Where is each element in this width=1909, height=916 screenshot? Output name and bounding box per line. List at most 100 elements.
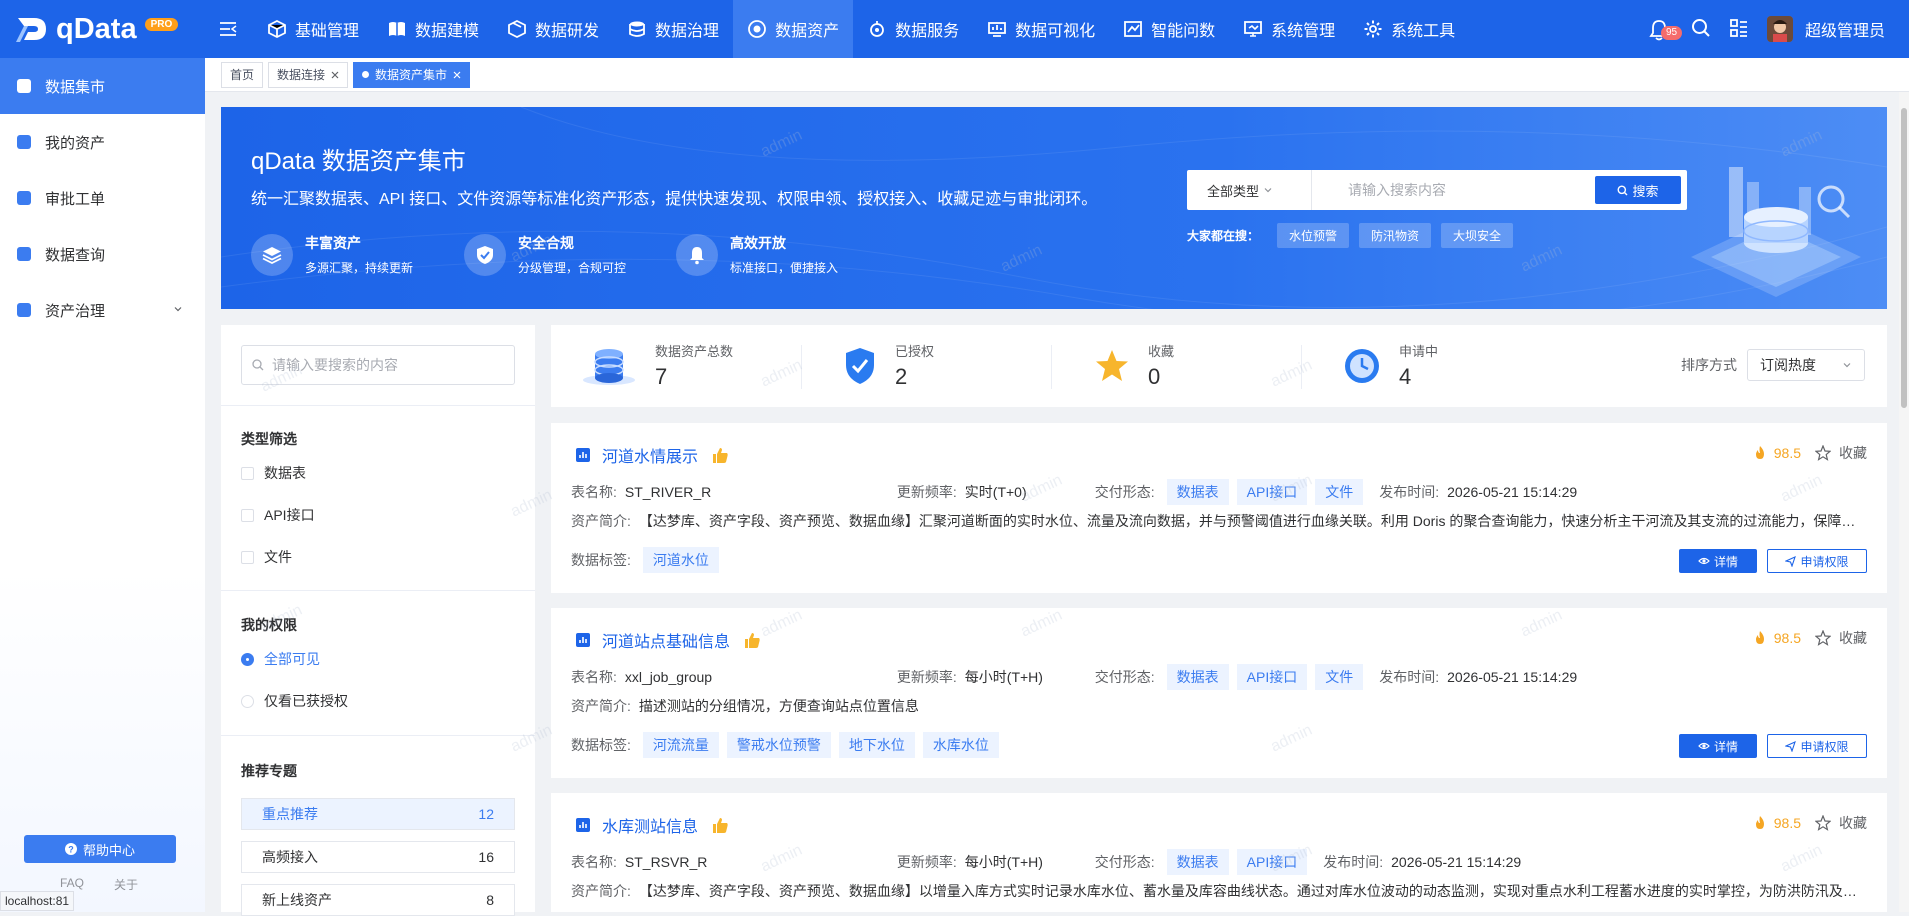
data-tag[interactable]: 河道水位: [642, 547, 719, 573]
sidebar-item-5[interactable]: 资产治理: [0, 282, 205, 338]
hot-tag[interactable]: 大坝安全: [1441, 223, 1514, 248]
nav-label: 数据服务: [895, 23, 960, 40]
checkbox[interactable]: [241, 550, 254, 564]
query-icon: [17, 247, 31, 261]
nav-chart[interactable]: 数据可视化: [973, 0, 1109, 58]
scrollbar[interactable]: [1899, 92, 1909, 912]
table-name-label: 表名称:: [571, 484, 617, 500]
delivery-label: 交付形态:: [1094, 484, 1155, 500]
asset-description: 资产简介: 【达梦库、资产字段、资产预览、数据血缘】汇聚河道断面的实时水位、流量及…: [571, 511, 1867, 531]
asset-title-link[interactable]: 河道站点基础信息: [576, 628, 762, 652]
search-input[interactable]: 请输入搜索内容: [1312, 180, 1595, 200]
sidebar-item-label: 我的资产: [45, 134, 106, 152]
sidebar-item-4[interactable]: 数据查询: [0, 226, 205, 282]
publish-label: 发布时间:: [1379, 484, 1440, 500]
bell-icon[interactable]: 95: [1649, 17, 1683, 41]
detail-button[interactable]: 详情: [1679, 734, 1757, 758]
favorite-label[interactable]: 收藏: [1839, 628, 1867, 648]
layout-icon[interactable]: [1729, 18, 1749, 41]
permission-label: 仅看已获授权: [264, 693, 348, 709]
nav-ai-chart[interactable]: 智能问数: [1109, 0, 1229, 58]
nav-monitor[interactable]: 系统管理: [1229, 0, 1349, 58]
nav-cube[interactable]: 基础管理: [253, 0, 373, 58]
search-icon[interactable]: [1691, 18, 1711, 41]
star-outline-icon[interactable]: [1815, 445, 1831, 461]
type-checkbox[interactable]: API接口: [241, 505, 315, 525]
database-icon: [629, 21, 645, 37]
hot-tag[interactable]: 防汛物资: [1359, 223, 1432, 248]
delivery-tag: 数据表: [1166, 479, 1229, 505]
tab-1[interactable]: 首页: [221, 61, 264, 88]
sidebar-item-1[interactable]: 数据集市: [0, 58, 205, 114]
publish-time: 2026-05-21 15:14:29: [1447, 484, 1578, 500]
close-icon[interactable]: [453, 71, 461, 79]
filter-search-input[interactable]: 请输入要搜索的内容: [241, 345, 515, 385]
nav-box[interactable]: 数据研发: [493, 0, 613, 58]
nav-service[interactable]: 数据服务: [853, 0, 973, 58]
permission-radio[interactable]: 全部可见: [241, 649, 320, 669]
delivery-tag: API接口: [1236, 664, 1308, 690]
topic-item[interactable]: 新上线资产 8: [241, 884, 515, 916]
asset-title-link[interactable]: 水库测站信息: [576, 813, 730, 837]
nav-gear[interactable]: 系统工具: [1349, 0, 1469, 58]
star-outline-icon[interactable]: [1815, 630, 1831, 646]
approval-icon: [17, 191, 31, 205]
scrollbar-thumb[interactable]: [1901, 108, 1907, 408]
data-tag[interactable]: 警戒水位预警: [726, 732, 831, 758]
filter-search-placeholder: 请输入要搜索的内容: [272, 357, 398, 373]
hot-tag[interactable]: 水位预警: [1277, 223, 1350, 248]
eye-icon: [1698, 742, 1710, 750]
help-center-button[interactable]: ? 帮助中心: [24, 835, 176, 863]
fire-icon: [1755, 816, 1764, 829]
update-freq: 实时(T+0): [964, 484, 1027, 500]
about-link[interactable]: 关于: [114, 876, 138, 893]
table-chart-icon: [576, 448, 590, 462]
topic-item[interactable]: 重点推荐 12: [241, 798, 515, 830]
table-name: ST_RSVR_R: [624, 854, 708, 870]
app-logo[interactable]: qData PRO: [0, 0, 205, 58]
favorite-label[interactable]: 收藏: [1839, 813, 1867, 833]
nav-target[interactable]: 数据资产: [733, 0, 854, 58]
sort-select[interactable]: 订阅热度: [1747, 349, 1865, 381]
nav-database[interactable]: 数据治理: [613, 0, 733, 58]
data-tag[interactable]: 河流流量: [642, 732, 719, 758]
sidebar-item-2[interactable]: 我的资产: [0, 114, 205, 170]
nav-book[interactable]: 数据建模: [373, 0, 493, 58]
apply-permission-button[interactable]: 申请权限: [1767, 734, 1867, 758]
tab-2[interactable]: 数据连接: [268, 61, 349, 88]
apply-permission-button[interactable]: 申请权限: [1767, 549, 1867, 573]
data-tag[interactable]: 水库水位: [922, 732, 999, 758]
delivery-tag: API接口: [1236, 479, 1308, 505]
asset-title-link[interactable]: 河道水情展示: [576, 443, 730, 467]
star-icon: [1096, 349, 1128, 381]
type-checkbox[interactable]: 数据表: [241, 463, 306, 483]
user-menu[interactable]: 超级管理员: [1766, 16, 1885, 42]
user-name: 超级管理员: [1804, 23, 1885, 40]
desc-label: 资产简介:: [571, 883, 631, 899]
radio[interactable]: [241, 694, 254, 708]
menu-toggle-icon[interactable]: [213, 0, 243, 58]
asset-title: 水库测站信息: [602, 819, 699, 836]
favorite-label[interactable]: 收藏: [1839, 443, 1867, 463]
thumbs-up-icon: [713, 448, 728, 463]
close-icon[interactable]: [331, 71, 339, 79]
checkbox[interactable]: [241, 508, 254, 522]
search-type-select[interactable]: 全部类型: [1187, 170, 1312, 210]
tab-3[interactable]: 数据资产集市: [353, 61, 471, 88]
permission-label: 全部可见: [264, 651, 320, 667]
star-outline-icon[interactable]: [1815, 815, 1831, 831]
detail-button[interactable]: 详情: [1679, 549, 1757, 573]
data-tag[interactable]: 地下水位: [838, 732, 915, 758]
topic-item[interactable]: 高频接入 16: [241, 841, 515, 873]
radio[interactable]: [241, 652, 254, 666]
card-tags-row: 数据标签: 河流流量 警戒水位预警 地下水位 水库水位: [571, 732, 1007, 758]
fire-icon: [1755, 631, 1764, 644]
search-button[interactable]: 搜索: [1595, 176, 1681, 204]
permission-radio[interactable]: 仅看已获授权: [241, 691, 348, 711]
checkbox[interactable]: [241, 466, 254, 480]
sidebar-item-3[interactable]: 审批工单: [0, 170, 205, 226]
type-label: 文件: [264, 549, 292, 565]
type-checkbox[interactable]: 文件: [241, 547, 292, 567]
feature-secure: 安全合规 分级管理，合规可控: [464, 233, 626, 276]
tab-label: 首页: [230, 68, 255, 82]
